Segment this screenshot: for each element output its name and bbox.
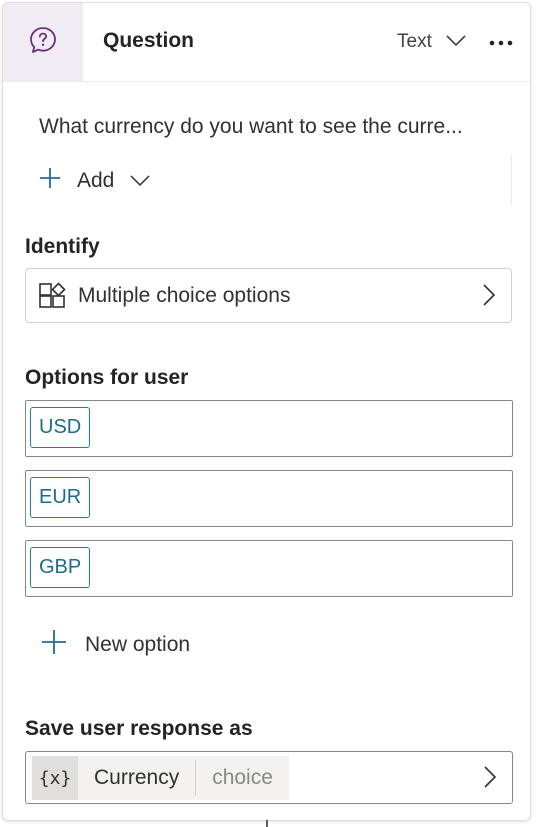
chevron-right-icon	[483, 284, 496, 311]
response-type-dropdown[interactable]: Text	[397, 31, 466, 53]
question-node-card: Question Text What currency do you want …	[2, 2, 531, 821]
response-type-label: Text	[397, 31, 432, 52]
save-variable-selector[interactable]: {x} Currency choice	[25, 751, 513, 804]
options-heading: Options for user	[25, 366, 189, 389]
new-option-label: New option	[85, 633, 191, 656]
identify-value: Multiple choice options	[78, 283, 291, 307]
option-input-1[interactable]: USD	[25, 400, 513, 457]
variable-type: choice	[212, 766, 273, 789]
chevron-right-icon	[484, 766, 497, 793]
question-circle-icon	[28, 25, 58, 60]
new-option-button[interactable]: New option	[41, 629, 190, 661]
identify-heading: Identify	[25, 235, 100, 258]
option-chip[interactable]: EUR	[30, 477, 91, 518]
save-response-heading: Save user response as	[25, 717, 253, 740]
add-content-button[interactable]: Add	[39, 167, 150, 195]
node-title: Question	[103, 29, 195, 52]
question-icon-box	[3, 3, 83, 81]
chevron-down-icon	[130, 169, 150, 193]
add-label: Add	[77, 169, 115, 192]
variable-pill: {x} Currency choice	[32, 756, 289, 800]
plus-icon	[39, 167, 61, 195]
identify-entity-selector[interactable]: Multiple choice options	[25, 268, 512, 323]
variable-name: Currency	[94, 766, 180, 789]
option-chip[interactable]: USD	[30, 407, 91, 448]
more-horizontal-icon	[489, 33, 513, 51]
option-input-3[interactable]: GBP	[25, 540, 513, 597]
option-chip[interactable]: GBP	[30, 547, 91, 588]
node-header: Question Text	[3, 3, 530, 82]
shapes-icon	[38, 281, 66, 310]
question-message-text[interactable]: What currency do you want to see the cur…	[39, 115, 509, 139]
plus-icon	[41, 629, 67, 661]
option-input-2[interactable]: EUR	[25, 470, 513, 527]
more-options-button[interactable]	[487, 29, 515, 55]
divider	[511, 155, 512, 205]
connector-line	[266, 820, 268, 827]
chevron-down-icon	[446, 31, 466, 53]
variable-icon: {x}	[32, 756, 78, 800]
question-message-area: What currency do you want to see the cur…	[25, 101, 512, 205]
